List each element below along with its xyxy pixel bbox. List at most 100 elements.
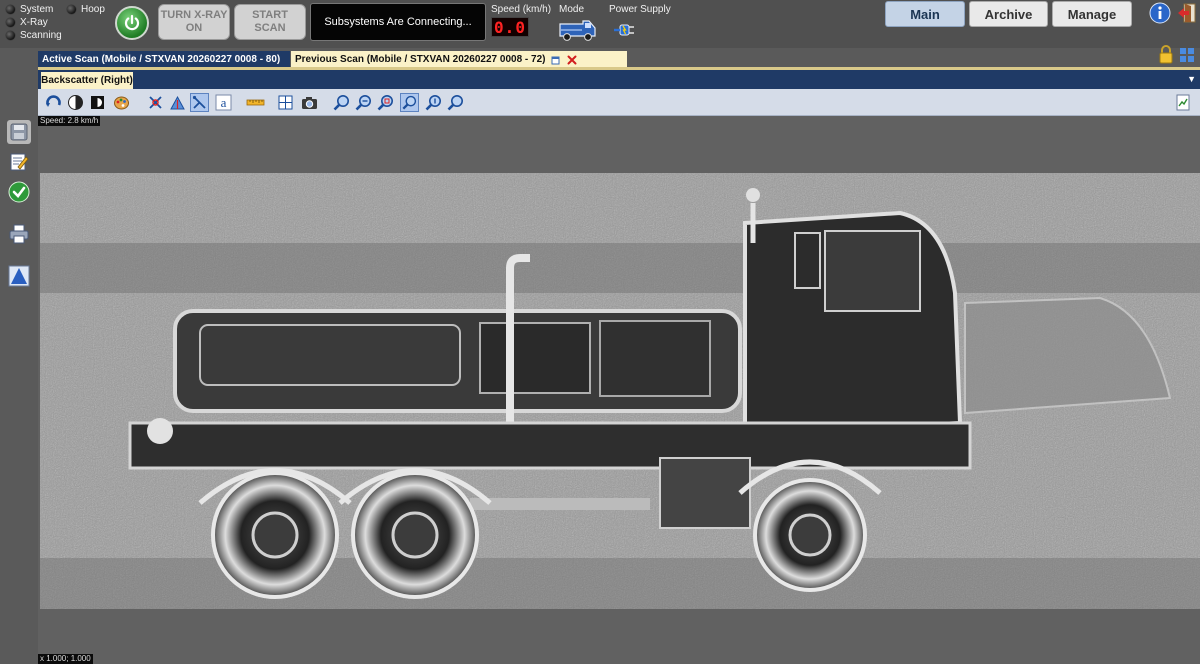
rotate-icon	[46, 95, 61, 107]
grid-button[interactable]	[276, 93, 295, 112]
print-button[interactable]	[7, 222, 31, 246]
ruler-icon	[246, 99, 265, 106]
edit-button[interactable]	[7, 150, 31, 174]
zoom-actual-button[interactable]	[424, 93, 443, 112]
system-indicator-label: System	[20, 4, 54, 15]
zoom-in-button[interactable]	[332, 93, 351, 112]
select-tool-button[interactable]	[190, 93, 209, 112]
status-message: Subsystems Are Connecting...	[324, 16, 472, 28]
contrast-button[interactable]	[66, 93, 85, 112]
archive-nav-label: Archive	[984, 6, 1033, 22]
exit-icon[interactable]	[1176, 2, 1198, 24]
measure-tool-button[interactable]	[168, 93, 187, 112]
scanning-led-icon	[6, 31, 15, 40]
crosshair-tool-button[interactable]	[146, 93, 165, 112]
camera-button[interactable]	[300, 93, 319, 112]
histogram-button[interactable]	[7, 264, 31, 288]
grid-layout-icon[interactable]	[1179, 47, 1195, 63]
invert-icon	[91, 96, 104, 109]
mode-label: Mode	[559, 4, 585, 15]
zoom-button[interactable]	[446, 93, 465, 112]
close-tab-icon[interactable]	[567, 55, 577, 65]
status-display: Subsystems Are Connecting...	[310, 3, 486, 41]
zoom-overlay: x 1.000; 1.000	[38, 654, 93, 664]
main-nav-button[interactable]: Main	[885, 1, 965, 27]
tab-backscatter-right[interactable]: Backscatter (Right)	[41, 72, 133, 89]
start-scan-button[interactable]: START SCAN	[234, 4, 306, 40]
power-button[interactable]	[115, 6, 149, 40]
checkmark-icon	[8, 181, 30, 203]
manage-nav-button[interactable]: Manage	[1052, 1, 1132, 27]
scan-viewport[interactable]: Speed: 2.8 km/h x 1.000; 1.000	[38, 116, 1200, 664]
scanning-indicator-label: Scanning	[20, 30, 62, 41]
xray-led-icon	[6, 18, 15, 27]
measure-tool-icon	[170, 95, 185, 110]
camera-icon	[302, 97, 317, 109]
start-scan-label: START SCAN	[252, 9, 288, 34]
select-tool-icon	[192, 95, 206, 109]
zoom-out-button[interactable]	[354, 93, 373, 112]
save-button[interactable]	[7, 120, 31, 144]
top-bar: System X-Ray Scanning Hoop TURN X-RAY ON…	[0, 0, 1200, 48]
manage-nav-label: Manage	[1067, 6, 1117, 22]
text-annotation-button[interactable]: a	[214, 93, 233, 112]
image-toolbar: a	[38, 89, 1200, 116]
speed-label: Speed (km/h)	[491, 4, 552, 15]
turn-xray-on-button[interactable]: TURN X-RAY ON	[158, 4, 230, 40]
speed-readout: 0.0	[491, 17, 529, 37]
restore-window-icon[interactable]	[551, 55, 561, 65]
printer-icon	[9, 224, 29, 244]
hoop-indicator-label: Hoop	[81, 4, 105, 15]
xray-indicator-label: X-Ray	[20, 17, 48, 28]
van-mode-icon	[559, 20, 596, 41]
grid-icon	[278, 95, 293, 110]
approve-button[interactable]	[7, 180, 31, 204]
scan-tab-strip: Active Scan (Mobile / STXVAN 20260227 00…	[38, 45, 1200, 68]
zoom-out-icon	[355, 95, 371, 111]
zoom-in-icon	[333, 95, 349, 111]
histogram-icon	[8, 265, 30, 287]
export-icon	[1176, 94, 1190, 111]
invert-button[interactable]	[88, 93, 107, 112]
system-indicator: System	[6, 4, 53, 15]
palette-icon	[114, 96, 129, 110]
speed-overlay: Speed: 2.8 km/h	[38, 116, 101, 126]
scanning-indicator: Scanning	[6, 30, 62, 41]
system-led-icon	[6, 5, 15, 14]
palette-button[interactable]	[112, 93, 131, 112]
info-icon[interactable]	[1149, 2, 1171, 24]
zoom-fit-icon	[402, 95, 417, 110]
edit-icon	[10, 153, 29, 171]
backscatter-tab-label: Backscatter (Right)	[41, 75, 133, 86]
power-supply-label: Power Supply	[609, 4, 671, 15]
archive-nav-button[interactable]: Archive	[969, 1, 1048, 27]
zoom-actual-icon	[425, 95, 441, 111]
export-button[interactable]	[1174, 93, 1193, 112]
backscatter-xray-image[interactable]	[40, 173, 1200, 609]
contrast-icon	[68, 95, 83, 110]
svg-text:a: a	[221, 95, 227, 110]
zoom-icon	[447, 95, 463, 111]
zoom-fit-button[interactable]	[400, 93, 419, 112]
view-header: Backscatter (Right) ▼	[38, 70, 1200, 89]
text-annotation-icon: a	[215, 94, 232, 111]
main-nav-label: Main	[910, 6, 940, 22]
previous-scan-tab-label: Previous Scan (Mobile / STXVAN 20260227 …	[295, 54, 546, 65]
plug-icon	[614, 24, 634, 36]
tab-previous-scan[interactable]: Previous Scan (Mobile / STXVAN 20260227 …	[291, 51, 627, 68]
speed-value: 0.0	[494, 17, 526, 37]
save-icon	[10, 123, 28, 141]
crosshair-tool-icon	[149, 96, 162, 109]
ruler-button[interactable]	[246, 93, 265, 112]
power-icon	[124, 14, 140, 31]
zoom-region-button[interactable]	[376, 93, 395, 112]
hoop-indicator: Hoop	[67, 4, 105, 15]
active-scan-tab-label: Active Scan (Mobile / STXVAN 20260227 00…	[42, 54, 281, 65]
hoop-led-icon	[67, 5, 76, 14]
turn-xray-line2: ON	[185, 22, 203, 34]
panel-dropdown-icon[interactable]: ▼	[1187, 74, 1196, 84]
lock-icon[interactable]	[1158, 45, 1174, 65]
rotate-button[interactable]	[44, 93, 63, 112]
tab-active-scan[interactable]: Active Scan (Mobile / STXVAN 20260227 00…	[38, 51, 290, 68]
zoom-region-icon	[377, 95, 393, 111]
